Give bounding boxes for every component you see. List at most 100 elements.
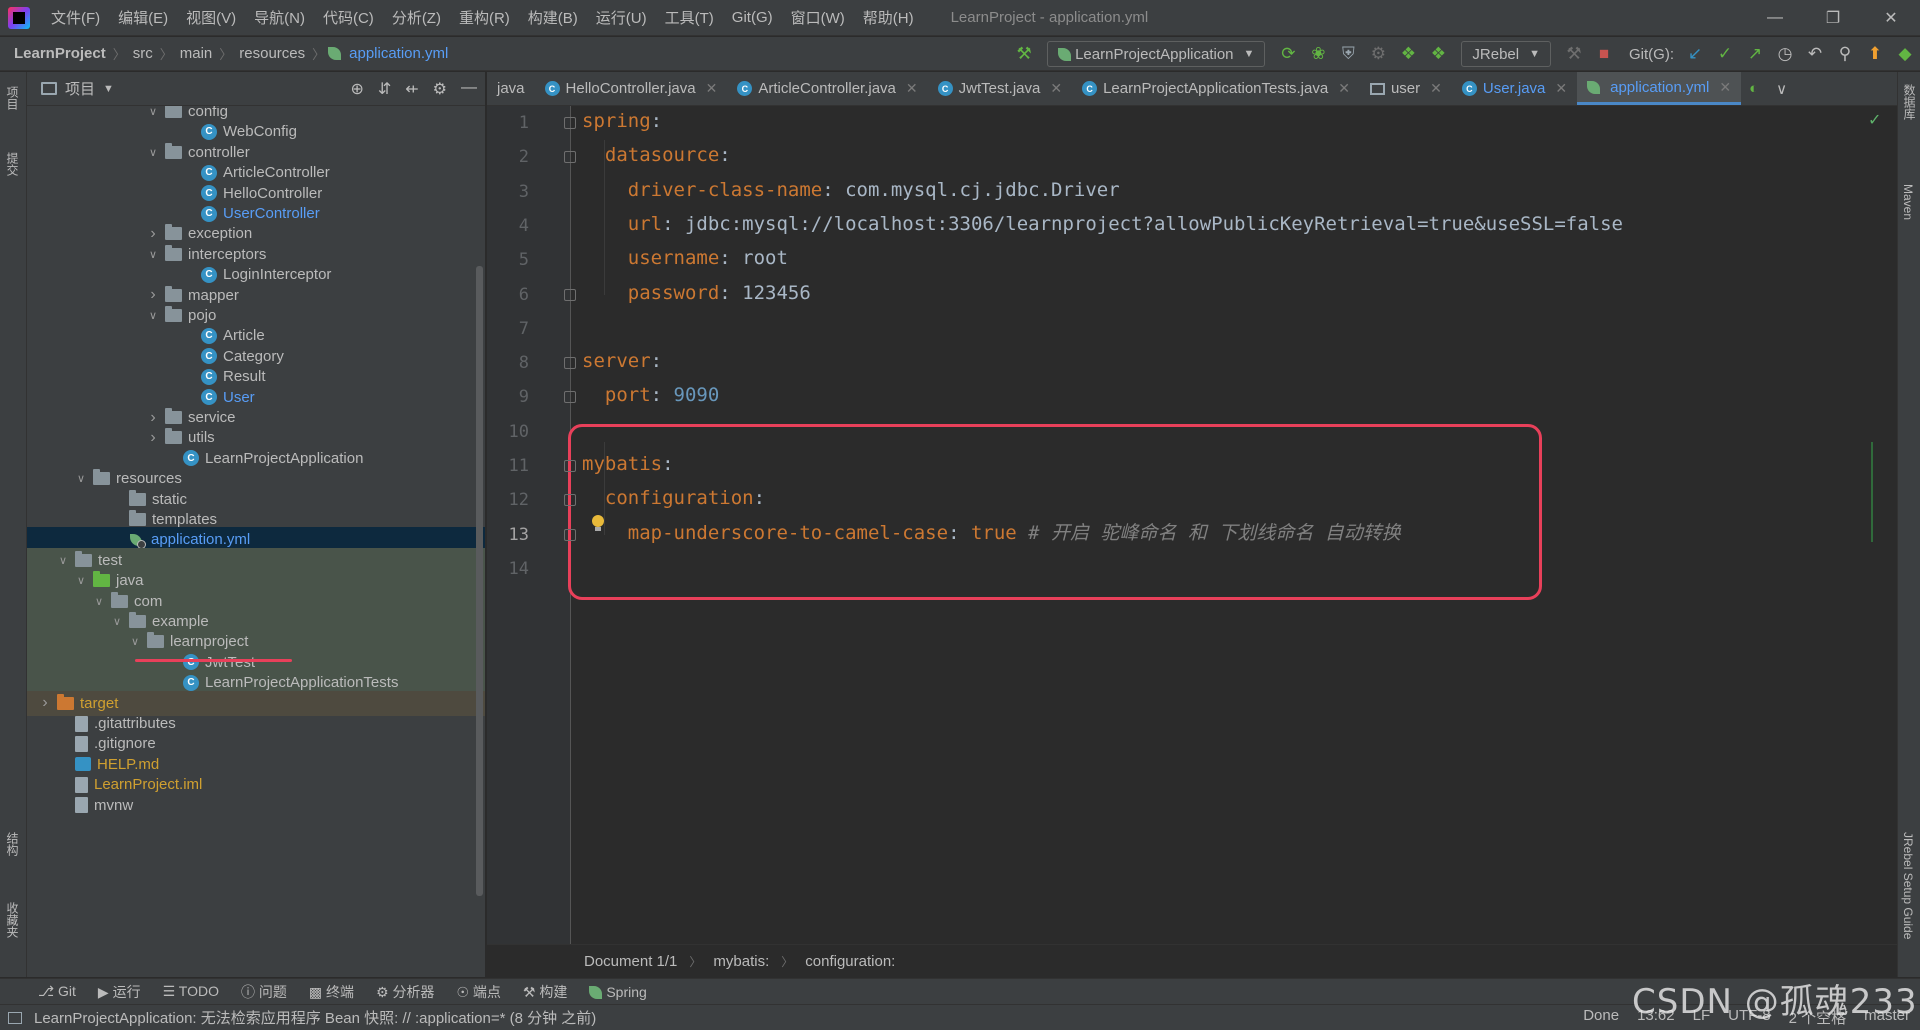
chevron-right-icon[interactable]: › <box>145 225 161 243</box>
rollback-icon[interactable]: ↶ <box>1800 44 1830 64</box>
hide-panel-icon[interactable]: — <box>461 79 477 99</box>
breadcrumb-project[interactable]: LearnProject <box>0 45 110 62</box>
status-message[interactable]: LearnProjectApplication: 无法检索应用程序 Bean 快… <box>34 1007 596 1028</box>
breadcrumb-mybatis[interactable]: mybatis: <box>713 953 769 970</box>
menu-edit[interactable]: 编辑(E) <box>109 7 177 28</box>
menu-file[interactable]: 文件(F) <box>42 7 109 28</box>
fold-marker-icon[interactable] <box>564 117 576 129</box>
update-available-icon[interactable]: ⬆ <box>1860 44 1890 64</box>
menu-tools[interactable]: 工具(T) <box>656 7 723 28</box>
todo-tool-button[interactable]: ☰ TODO <box>163 983 219 1000</box>
editor-tab[interactable]: application.yml ✕ <box>1577 72 1742 105</box>
fold-marker-icon[interactable] <box>564 460 576 472</box>
chevron-down-icon[interactable]: ∨ <box>127 635 143 648</box>
fold-marker-icon[interactable] <box>564 494 576 507</box>
restore-icon[interactable]: ❐ <box>1804 0 1862 36</box>
fold-marker-icon[interactable] <box>564 357 576 370</box>
close-tab-icon[interactable]: ✕ <box>1050 80 1062 97</box>
gear-icon[interactable]: ⚙ <box>433 79 447 99</box>
menu-view[interactable]: 视图(V) <box>177 7 245 28</box>
menu-navigate[interactable]: 导航(N) <box>245 7 314 28</box>
breadcrumb-configuration[interactable]: configuration: <box>805 953 895 970</box>
menu-build[interactable]: 构建(B) <box>519 7 587 28</box>
chevron-down-icon[interactable]: ∨ <box>145 106 161 118</box>
close-tab-icon[interactable]: ✕ <box>1719 79 1731 96</box>
expand-all-icon[interactable]: ⇵ <box>378 79 391 99</box>
terminal-tool-button[interactable]: ▩ 终端 <box>309 982 354 1002</box>
history-clock-icon[interactable]: ◷ <box>1770 44 1800 64</box>
stop-icon[interactable]: ■ <box>1589 44 1619 64</box>
run-configuration-select[interactable]: LearnProjectApplication ▼ <box>1047 41 1266 67</box>
chevron-down-icon[interactable]: ∨ <box>145 309 161 322</box>
close-tab-icon[interactable]: ✕ <box>1338 80 1350 97</box>
chevron-down-icon[interactable]: ∨ <box>145 248 161 261</box>
profiler-tool-button[interactable]: ⚙ 分析器 <box>376 982 434 1002</box>
breadcrumb-file[interactable]: application.yml <box>345 45 452 62</box>
close-tab-icon[interactable]: ✕ <box>1555 80 1567 97</box>
git-commit-icon[interactable]: ✓ <box>1710 44 1740 64</box>
editor-tab[interactable]: C JwtTest.java ✕ <box>928 72 1072 105</box>
git-push-icon[interactable]: ↗ <box>1740 44 1770 64</box>
build-hammer-icon[interactable]: ⚒ <box>1009 44 1039 64</box>
menu-refactor[interactable]: 重构(R) <box>450 7 519 28</box>
editor-scrollbar[interactable] <box>1880 106 1892 944</box>
favorites-tool-button[interactable]: 收藏夹 <box>4 902 21 938</box>
chevron-down-icon[interactable]: ∨ <box>73 472 89 485</box>
close-tab-icon[interactable]: ✕ <box>906 80 918 97</box>
jrebel-debug-icon[interactable]: ❖ <box>1423 44 1453 64</box>
hidden-tab-icon[interactable]: ◐ <box>1749 80 1758 97</box>
fold-marker-icon[interactable] <box>564 151 576 164</box>
close-icon[interactable]: ✕ <box>1862 0 1920 36</box>
chevron-right-icon[interactable]: › <box>145 409 161 427</box>
status-progress[interactable]: Done <box>1583 1007 1619 1028</box>
breadcrumb-main[interactable]: main <box>176 45 217 62</box>
tree-item[interactable]: mvnw <box>27 793 485 818</box>
menu-run[interactable]: 运行(U) <box>587 7 656 28</box>
fold-marker-icon[interactable] <box>564 288 576 301</box>
menu-code[interactable]: 代码(C) <box>314 7 383 28</box>
menu-window[interactable]: 窗口(W) <box>782 7 854 28</box>
jrebel-select[interactable]: JRebel ▼ <box>1461 41 1551 67</box>
project-view-selector[interactable]: 项目 ▼ <box>41 78 114 99</box>
editor-tab[interactable]: C User.java ✕ <box>1452 72 1577 105</box>
rerun-icon[interactable]: ⟳ <box>1273 44 1303 64</box>
locate-target-icon[interactable]: ⊕ <box>350 79 363 99</box>
status-toggle-icon[interactable] <box>8 1011 22 1024</box>
run-tool-button[interactable]: ▶ 运行 <box>98 982 141 1002</box>
chevron-down-icon[interactable]: ∨ <box>73 574 89 587</box>
menu-help[interactable]: 帮助(H) <box>854 7 923 28</box>
coverage-shield-icon[interactable]: ⛨ <box>1333 44 1363 64</box>
commit-tool-button[interactable]: 提交 <box>4 152 21 176</box>
problems-tool-button[interactable]: ⓘ 问题 <box>241 982 287 1002</box>
editor-tab[interactable]: C LearnProjectApplicationTests.java ✕ <box>1072 72 1360 105</box>
breadcrumb-resources[interactable]: resources <box>235 45 309 62</box>
close-tab-icon[interactable]: ✕ <box>706 80 718 97</box>
project-tool-button[interactable]: 项目 <box>4 86 21 110</box>
editor-tab[interactable]: user ✕ <box>1360 72 1452 105</box>
debug-bug-icon[interactable]: ❀ <box>1303 44 1333 64</box>
jetbrains-toolbox-icon[interactable]: ◆ <box>1890 44 1920 64</box>
breadcrumb-src[interactable]: src <box>129 45 157 62</box>
minimize-icon[interactable]: — <box>1746 0 1804 36</box>
profiler-icon[interactable]: ⚙ <box>1363 44 1393 64</box>
hammer-disabled-icon[interactable]: ⚒ <box>1559 44 1589 64</box>
editor-tab[interactable]: java <box>487 72 535 105</box>
show-all-tabs-icon[interactable]: ∨ <box>1776 80 1787 98</box>
spring-tool-button[interactable]: Spring <box>589 984 647 1000</box>
build-tool-button[interactable]: ⚒ 构建 <box>523 982 567 1002</box>
document-indicator[interactable]: Document 1/1 <box>584 953 677 970</box>
chevron-down-icon[interactable]: ∨ <box>91 595 107 608</box>
close-tab-icon[interactable]: ✕ <box>1430 80 1442 97</box>
database-tool-button[interactable]: 数据库 <box>1901 84 1918 120</box>
fold-marker-icon[interactable] <box>564 528 576 541</box>
chevron-down-icon[interactable]: ∨ <box>145 146 161 159</box>
git-tool-button[interactable]: ⎇ Git <box>38 983 76 1000</box>
chevron-down-icon[interactable]: ∨ <box>55 554 71 567</box>
editor-tab[interactable]: C HelloController.java ✕ <box>535 72 728 105</box>
structure-tool-button[interactable]: 结构 <box>4 832 21 856</box>
menu-analyze[interactable]: 分析(Z) <box>383 7 450 28</box>
project-tree-scrollbar[interactable] <box>476 266 483 896</box>
endpoints-tool-button[interactable]: ☉ 端点 <box>456 982 500 1002</box>
maven-tool-button[interactable]: Maven <box>1901 184 1915 220</box>
jrebel-run-icon[interactable]: ❖ <box>1393 44 1423 64</box>
